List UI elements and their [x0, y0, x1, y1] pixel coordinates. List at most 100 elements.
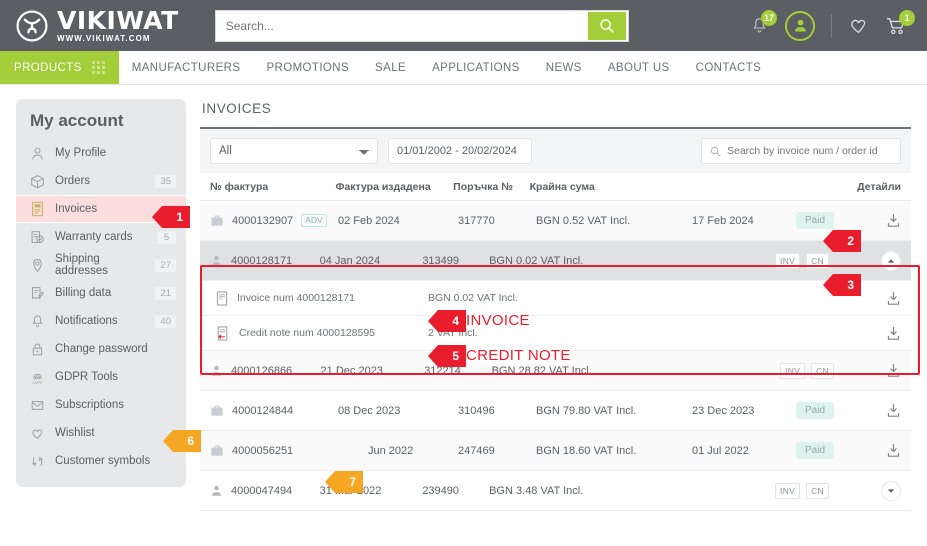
- cell-status: Paid: [796, 212, 870, 229]
- sub-row-invoice[interactable]: Invoice num 4000128171 BGN 0.02 VAT Incl…: [200, 281, 911, 316]
- cell-status: Paid: [796, 442, 870, 459]
- sidebar-item-subscriptions[interactable]: Subscriptions: [16, 391, 186, 419]
- download-icon[interactable]: [886, 326, 901, 341]
- cn-tag[interactable]: CN: [811, 362, 834, 379]
- sidebar-item-customer-symbols[interactable]: Customer symbols: [16, 447, 186, 475]
- chevron-up-icon: [887, 258, 895, 263]
- document-icon: [216, 290, 228, 306]
- inv-tag[interactable]: INV: [780, 362, 806, 379]
- sidebar-item-shipping-addresses[interactable]: Shipping addresses 27: [16, 251, 186, 279]
- cn-tag[interactable]: CN: [806, 252, 829, 269]
- search-icon: [600, 18, 614, 33]
- bell-icon: [29, 313, 46, 330]
- site-logo[interactable]: VIKIWAT WWW.VIKIWAT.COM: [14, 8, 179, 44]
- cell-invoice-number: 4000128171: [210, 254, 320, 267]
- grid-menu-icon: [91, 61, 105, 74]
- invoice-type-select[interactable]: All: [210, 138, 378, 164]
- nav-item-manufacturers[interactable]: MANUFACTURERS: [119, 51, 254, 84]
- cell-paid-date: 17 Feb 2024: [692, 214, 754, 227]
- nav-item-applications[interactable]: APPLICATIONS: [419, 51, 533, 84]
- sidebar-item-my-profile[interactable]: My Profile: [16, 139, 186, 167]
- global-search[interactable]: [214, 9, 629, 42]
- sidebar-item-warranty-cards[interactable]: Warranty cards 5: [16, 223, 186, 251]
- cell-order-number: 247469: [458, 444, 495, 457]
- cart-button[interactable]: 1: [885, 9, 915, 36]
- download-icon[interactable]: [886, 291, 901, 306]
- cell-total: BGN 28.82 VAT Incl.: [491, 364, 592, 377]
- sidebar-count: 21: [155, 286, 176, 300]
- warranty-icon: [29, 229, 46, 246]
- sidebar-item-billing-data[interactable]: Billing data 21: [16, 279, 186, 307]
- notifications-button[interactable]: 17: [750, 10, 777, 35]
- account-button[interactable]: [785, 10, 815, 41]
- main-content: INVOICES All № фактура Фактура издадена …: [200, 99, 911, 511]
- nav-products-label: PRODUCTS: [14, 61, 82, 74]
- table-row[interactable]: 4000047494 31 Mar 2022 239490 BGN 3.48 V…: [200, 471, 911, 511]
- heart-icon: [29, 425, 46, 442]
- billing-icon: [29, 285, 46, 302]
- sidebar-item-wishlist[interactable]: Wishlist: [16, 419, 186, 447]
- nav-item-news[interactable]: NEWS: [533, 51, 595, 84]
- cell-invoice-number: 4000132907 ADV: [210, 213, 338, 228]
- table-row[interactable]: 4000056251 Jun 2022 247469 BGN 18.60 VAT…: [200, 431, 911, 471]
- sub-row-credit-note[interactable]: Credit note num 4000128595 2 VAT Incl.: [200, 316, 911, 351]
- cn-tag[interactable]: CN: [806, 482, 829, 499]
- download-icon[interactable]: [886, 363, 901, 378]
- cell-invoice-number: 4000124844: [210, 404, 338, 417]
- date-range-input[interactable]: [388, 138, 532, 164]
- download-icon[interactable]: [886, 443, 901, 458]
- table-row[interactable]: 4000132907 ADV 02 Feb 2024 317770 BGN 0.…: [200, 201, 911, 241]
- pin-icon: [29, 257, 46, 274]
- search-input[interactable]: [215, 10, 588, 41]
- filter-bar: All: [200, 127, 911, 173]
- collapse-row-button[interactable]: [881, 250, 901, 271]
- sidebar-count: 27: [155, 258, 176, 272]
- sidebar-item-orders[interactable]: Orders 35: [16, 167, 186, 195]
- header-icon-group: 17 1: [750, 9, 915, 41]
- cell-total: BGN 3.48 VAT Incl.: [489, 484, 584, 497]
- briefcase-icon: [211, 445, 223, 456]
- nav-item-promotions[interactable]: PROMOTIONS: [253, 51, 362, 84]
- briefcase-icon: [211, 405, 223, 416]
- sidebar-label: Notifications: [55, 315, 118, 327]
- credit-note-icon: [217, 325, 228, 341]
- download-icon[interactable]: [886, 213, 901, 228]
- invoice-search-input[interactable]: [727, 145, 892, 157]
- sidebar-label: Billing data: [55, 287, 112, 299]
- cell-issued-date: Jun 2022: [368, 444, 414, 457]
- cell-details: INV CN: [775, 480, 901, 501]
- sidebar-item-gdpr-tools[interactable]: GDPR GDPR Tools: [16, 363, 186, 391]
- cell-details: [870, 443, 901, 458]
- cell-order-number: 313499: [422, 254, 460, 267]
- box-icon: [29, 173, 46, 190]
- sidebar-label: Orders: [55, 175, 91, 187]
- download-icon[interactable]: [886, 403, 901, 418]
- nav-item-about-us[interactable]: ABOUT US: [595, 51, 683, 84]
- svg-text:GDPR: GDPR: [32, 381, 43, 385]
- inv-tag[interactable]: INV: [775, 482, 801, 499]
- person-icon: [212, 365, 221, 376]
- search-icon: [710, 146, 721, 156]
- sidebar-label: GDPR Tools: [55, 371, 119, 383]
- sidebar-item-notifications[interactable]: Notifications 40: [16, 307, 186, 335]
- cell-issued-date: 21 Dec 2023: [320, 364, 383, 377]
- sidebar-item-change-password[interactable]: Change password: [16, 335, 186, 363]
- status-badge: Paid: [796, 402, 835, 419]
- cell-subrow-label: Invoice num 4000128171: [216, 290, 428, 306]
- invoice-search[interactable]: [701, 138, 901, 164]
- expand-row-button[interactable]: [881, 480, 901, 501]
- overlay-label-invoice: INVOICE: [466, 312, 530, 329]
- nav-item-contacts[interactable]: CONTACTS: [683, 51, 775, 84]
- wishlist-button[interactable]: [848, 15, 869, 36]
- table-row[interactable]: 4000124844 08 Dec 2023 310496 BGN 79.80 …: [200, 391, 911, 431]
- column-header-number: № фактура: [210, 180, 269, 193]
- account-sidebar: My account My Profile Orders 35 Invoices: [16, 99, 186, 487]
- subrow-label-text: Credit note num 4000128595: [239, 327, 376, 339]
- sidebar-count: 35: [155, 174, 176, 188]
- nav-item-sale[interactable]: SALE: [362, 51, 419, 84]
- search-button[interactable]: [587, 11, 626, 40]
- inv-tag[interactable]: INV: [775, 252, 801, 269]
- sidebar-label: Customer symbols: [55, 455, 151, 467]
- nav-item-products[interactable]: PRODUCTS: [0, 51, 119, 84]
- table-row[interactable]: 4000128171 04 Jan 2024 313499 BGN 0.02 V…: [200, 241, 911, 281]
